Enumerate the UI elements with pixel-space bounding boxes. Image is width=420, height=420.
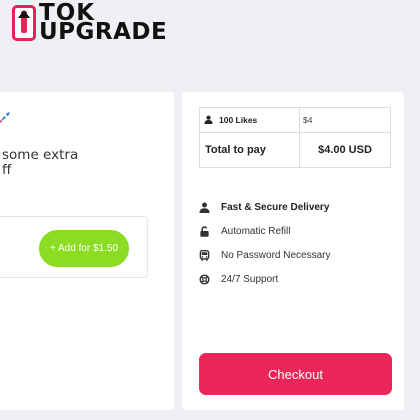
feature-no-password: No Password Necessary <box>199 243 399 267</box>
add-addon-button[interactable]: + Add for $1.50 <box>39 230 129 267</box>
brand-logo[interactable]: TOK UPGRADE <box>12 2 168 45</box>
unlock-icon <box>200 225 209 237</box>
brand-line-2: UPGRADE <box>39 19 168 45</box>
order-table: 100 Likes $4 Total to pay $4.00 USD <box>199 107 391 168</box>
user-icon <box>204 115 213 124</box>
feature-fast-delivery: Fast & Secure Delivery <box>199 195 399 219</box>
addon-box: + Add for $1.50 <box>0 216 148 278</box>
item-label: 100 Likes <box>219 115 258 125</box>
feature-label: Fast & Secure Delivery <box>221 201 330 213</box>
feature-label: No Password Necessary <box>221 249 331 261</box>
feature-support: 24/7 Support <box>199 267 399 291</box>
lifering-icon <box>199 273 210 285</box>
upsell-card: some extra ff + Add for $1.50 <box>0 92 174 410</box>
feature-automatic-refill: Automatic Refill <box>199 219 399 243</box>
table-row: Total to pay $4.00 USD <box>199 132 391 168</box>
phone-icon <box>12 5 36 41</box>
promo-text: some extra ff <box>2 148 78 178</box>
feature-label: Automatic Refill <box>221 225 291 237</box>
item-cell: 100 Likes <box>199 107 300 133</box>
order-summary-card: 100 Likes $4 Total to pay $4.00 USD .ord… <box>182 92 404 410</box>
features-list: Fast & Secure Delivery Automatic Refill … <box>199 195 399 291</box>
bus-icon <box>199 249 210 261</box>
item-price: $4 <box>299 107 391 133</box>
promo-line-2: ff <box>2 162 12 178</box>
table-row: 100 Likes $4 <box>199 107 391 133</box>
total-value: $4.00 USD <box>299 132 391 168</box>
feature-label: 24/7 Support <box>221 273 279 285</box>
checkout-button[interactable]: Checkout <box>199 353 392 395</box>
user-icon <box>199 202 210 213</box>
promo-line-1: some extra <box>2 147 79 163</box>
total-label: Total to pay <box>199 132 300 168</box>
rocket-icon <box>0 112 10 123</box>
brand-name: TOK UPGRADE <box>39 2 168 45</box>
